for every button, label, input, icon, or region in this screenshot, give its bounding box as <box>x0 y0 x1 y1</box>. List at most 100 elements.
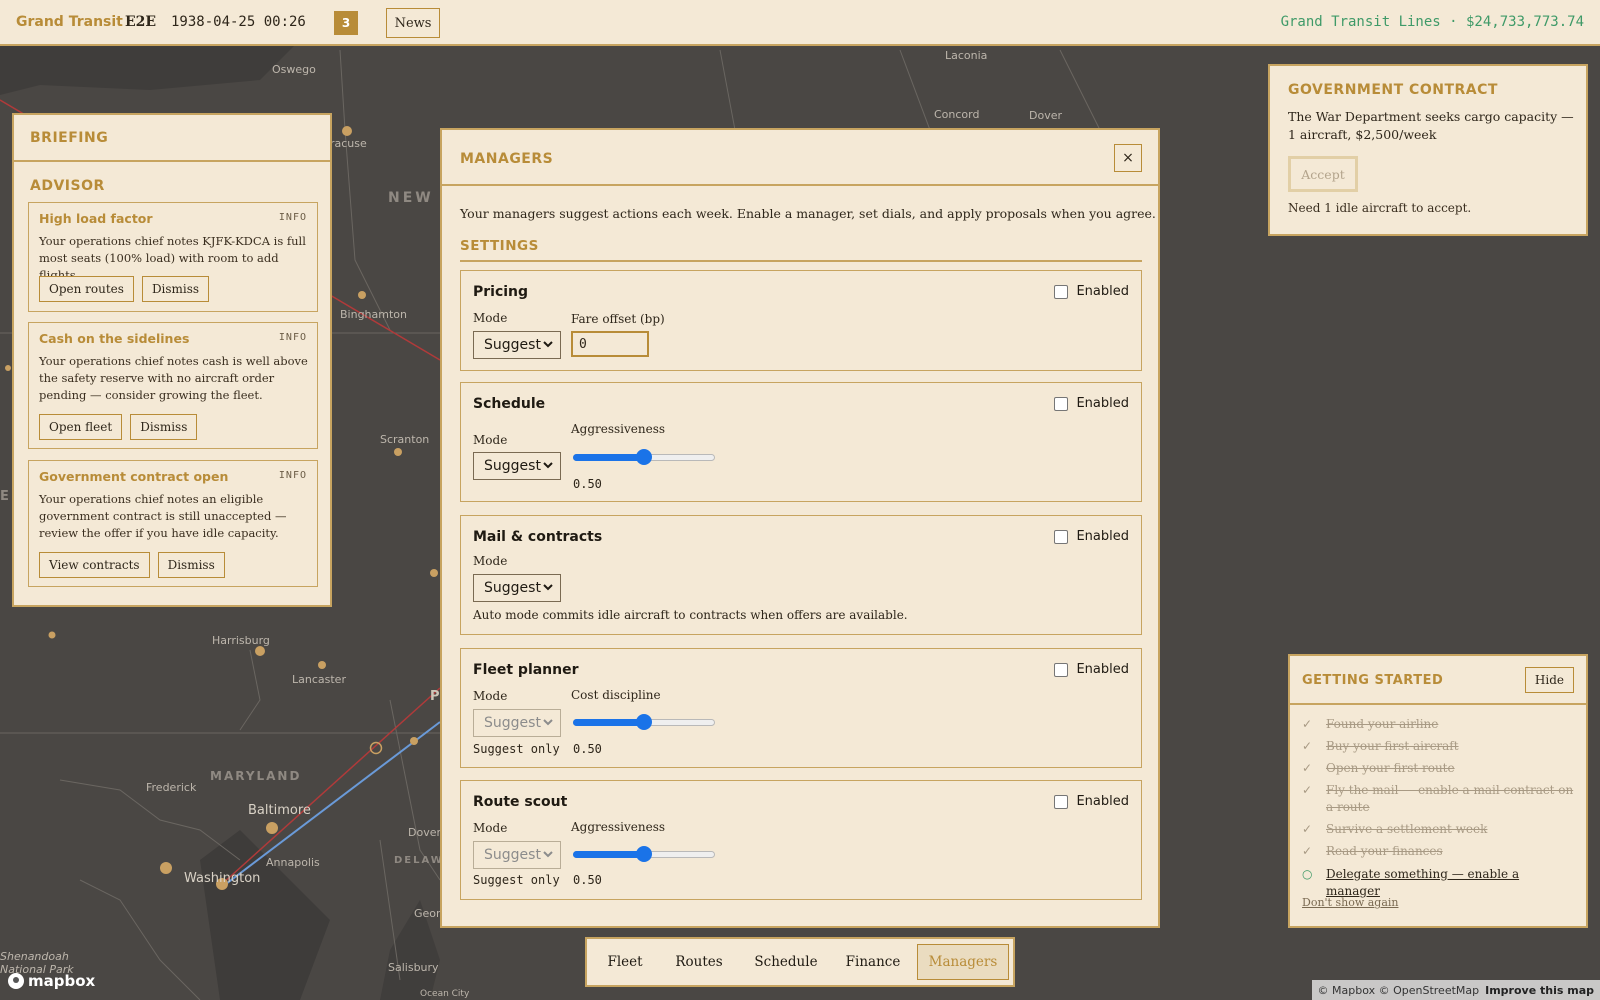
enabled-checkbox[interactable] <box>1054 794 1069 809</box>
dismiss-button[interactable]: Dismiss <box>157 552 225 578</box>
briefing-divider <box>14 160 330 162</box>
suggest-only-label: Suggest only <box>473 742 560 756</box>
getting-started-panel: GETTING STARTED Hide ✓ Found your airline… <box>1288 654 1588 928</box>
checklist-item[interactable]: ○ Delegate something — enable a manager <box>1302 866 1576 900</box>
checklist-item: ✓ Found your airline <box>1302 716 1576 733</box>
checklist-item-label[interactable]: Delegate something — enable a manager <box>1326 866 1576 900</box>
card-body: Your operations chief notes an eligible … <box>39 492 287 540</box>
section-name: Fleet planner <box>473 662 579 678</box>
circle-icon: ○ <box>1302 867 1313 881</box>
map-label-shenandoah: Shenandoah <box>0 950 69 963</box>
aggressiveness-label: Aggressiveness <box>571 422 666 436</box>
select-value: Suggest <box>484 337 541 353</box>
close-button[interactable]: × <box>1114 144 1142 172</box>
managers-divider <box>442 184 1158 186</box>
checklist-item: ✓ Survive a settlement week <box>1302 821 1576 838</box>
fleet-planner-section: Fleet planner Enabled Mode Cost discipli… <box>460 648 1142 768</box>
getting-started-divider <box>1290 703 1586 705</box>
advisor-card-cash: Cash on the sidelines INFO Your operatio… <box>28 322 318 449</box>
fare-offset-input[interactable]: 0 <box>571 331 649 357</box>
notification-badge[interactable]: 3 <box>334 11 358 35</box>
top-bar: Grand Transit E2E 1938-04-25 00:26 3 New… <box>0 0 1600 46</box>
checklist-item-label: Buy your first aircraft <box>1326 739 1459 753</box>
fleet-enabled[interactable]: Enabled <box>1054 662 1129 677</box>
route-mode-select[interactable]: Suggest <box>473 841 561 869</box>
schedule-enabled[interactable]: Enabled <box>1054 396 1129 411</box>
aggressiveness-slider[interactable] <box>573 449 715 465</box>
map-label-binghamton: Binghamton <box>340 308 407 321</box>
mail-contracts-section: Mail & contracts Enabled Mode Suggest Au… <box>460 515 1142 635</box>
brand-title: Grand Transit <box>16 14 123 30</box>
card-body: Your operations chief notes cash is well… <box>39 354 308 402</box>
section-name: Schedule <box>473 396 546 412</box>
gov-contract-note: Need 1 idle aircraft to accept. <box>1288 201 1472 215</box>
gov-contract-title: GOVERNMENT CONTRACT <box>1288 82 1498 98</box>
mapbox-logo[interactable]: mapbox <box>8 972 95 990</box>
map-label-maryland: MARYLAND <box>210 769 301 783</box>
settings-title: SETTINGS <box>460 238 539 254</box>
enabled-checkbox[interactable] <box>1054 284 1069 299</box>
map-label-lancaster: Lancaster <box>292 673 346 686</box>
schedule-mode-select[interactable]: Suggest <box>473 452 561 480</box>
view-contracts-button[interactable]: View contracts <box>39 552 150 578</box>
attribution-text[interactable]: © Mapbox © OpenStreetMap <box>1318 984 1480 997</box>
sim-speed[interactable]: E2E <box>125 14 156 30</box>
enabled-checkbox[interactable] <box>1054 529 1069 544</box>
hide-button[interactable]: Hide <box>1524 667 1574 693</box>
fare-offset-label: Fare offset (bp) <box>571 312 665 326</box>
dismiss-button[interactable]: Dismiss <box>130 414 198 440</box>
route-enabled[interactable]: Enabled <box>1054 794 1129 809</box>
aggressiveness-label: Aggressiveness <box>571 820 666 834</box>
accept-button[interactable]: Accept <box>1288 156 1358 192</box>
enabled-label: Enabled <box>1076 794 1129 809</box>
mode-label: Mode <box>473 311 508 325</box>
tab-managers[interactable]: Managers <box>917 944 1009 980</box>
tab-schedule[interactable]: Schedule <box>745 944 827 980</box>
enabled-checkbox[interactable] <box>1054 662 1069 677</box>
pricing-mode-select[interactable]: Suggest <box>473 331 561 359</box>
pricing-enabled[interactable]: Enabled <box>1054 284 1129 299</box>
news-button[interactable]: News <box>386 8 440 38</box>
bottom-tab-bar: Fleet Routes Schedule Finance Managers <box>585 937 1015 987</box>
section-name: Pricing <box>473 284 529 300</box>
card-title: High load factor <box>39 211 153 226</box>
managers-intro: Your managers suggest actions each week.… <box>460 206 1156 221</box>
select-value: Suggest <box>484 580 541 596</box>
map-label-laconia: Laconia <box>945 49 987 62</box>
improve-map-link[interactable]: Improve this map <box>1485 984 1594 997</box>
suggest-only-label: Suggest only <box>473 873 560 887</box>
fleet-mode-select[interactable]: Suggest <box>473 709 561 737</box>
dismiss-button[interactable]: Dismiss <box>141 276 210 302</box>
tab-fleet[interactable]: Fleet <box>597 944 653 980</box>
aggressiveness-value: 0.50 <box>573 477 602 491</box>
map-label-washington: Washington <box>184 871 260 886</box>
tab-routes[interactable]: Routes <box>663 944 735 980</box>
open-fleet-button[interactable]: Open fleet <box>39 414 123 440</box>
tab-finance[interactable]: Finance <box>837 944 909 980</box>
section-name: Mail & contracts <box>473 529 603 545</box>
enabled-checkbox[interactable] <box>1054 396 1069 411</box>
check-icon: ✓ <box>1302 844 1313 858</box>
open-routes-button[interactable]: Open routes <box>39 276 134 302</box>
route-aggressiveness-value: 0.50 <box>573 873 602 887</box>
cost-discipline-slider[interactable] <box>573 714 715 730</box>
map-label-dover-de: Dover <box>408 826 441 839</box>
card-tag: INFO <box>278 332 307 343</box>
settings-divider <box>460 260 1142 262</box>
government-contract-panel: GOVERNMENT CONTRACT The War Department s… <box>1268 64 1588 236</box>
enabled-label: Enabled <box>1076 396 1129 411</box>
chevron-down-icon <box>543 462 553 469</box>
gov-contract-body: The War Department seeks cargo capacity … <box>1288 109 1574 142</box>
mail-enabled[interactable]: Enabled <box>1054 529 1129 544</box>
mail-mode-select[interactable]: Suggest <box>473 574 561 602</box>
enabled-label: Enabled <box>1076 284 1129 299</box>
map-label-salisbury: Salisbury <box>388 961 439 974</box>
cost-discipline-label: Cost discipline <box>571 688 661 702</box>
checklist-item-label: Found your airline <box>1326 717 1439 731</box>
route-aggressiveness-slider[interactable] <box>573 846 715 862</box>
chevron-down-icon <box>543 341 553 348</box>
dont-show-again-link[interactable]: Don't show again <box>1302 896 1399 909</box>
map-label-syracuse: racuse <box>330 137 367 150</box>
advisor-card-load-factor: High load factor INFO Your operations ch… <box>28 202 318 312</box>
schedule-section: Schedule Enabled Aggressiveness Mode Sug… <box>460 382 1142 502</box>
